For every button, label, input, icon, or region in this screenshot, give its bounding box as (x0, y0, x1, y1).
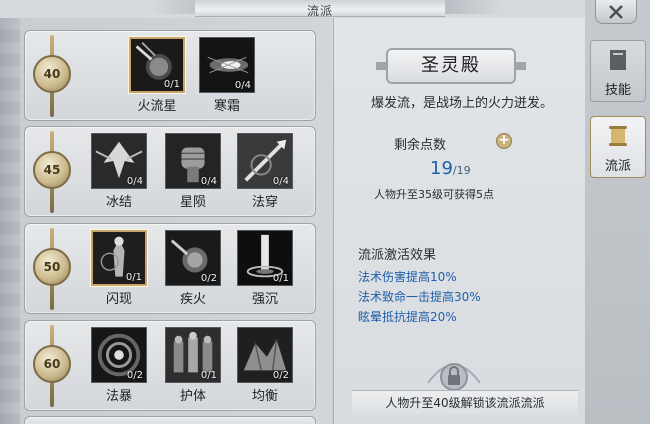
tier-level-badge: 60 (33, 345, 71, 383)
skill-name: 寒霜 (213, 99, 240, 114)
scroll-icon (609, 126, 627, 146)
close-icon (609, 5, 623, 19)
tier-level-badge: 40 (33, 55, 71, 93)
skill-slot-fachuan[interactable]: 0/4 (237, 133, 293, 189)
tab-school[interactable]: 流派 (590, 116, 646, 178)
tier-row: 60 0/2 法暴 0/1 护体 0/2 均衡 (24, 320, 316, 411)
tab-label: 技能 (604, 83, 631, 98)
skill-name: 强沉 (251, 292, 278, 307)
tier-row-partial (24, 416, 316, 424)
lock-icon (427, 363, 481, 391)
points-label: 剩余点数 (394, 138, 447, 153)
tab-skills[interactable]: 技能 (590, 40, 646, 102)
skill-slot-qiangchen[interactable]: 0/1 (237, 230, 293, 286)
title-ornament-right (445, 0, 505, 14)
unlock-hint: 人物升至40级解锁该流派流派 (352, 390, 578, 415)
school-detail-panel: 圣灵殿 爆发流，是战场上的火力迸发。 剩余点数 + 19/19 人物升至35级可… (333, 18, 586, 424)
skill-count: 0/2 (200, 273, 217, 284)
tier-row: 45 0/4 冰结 0/4 星陨 0/4 法穿 (24, 126, 316, 217)
skill-slot-huoliuxing[interactable]: 0/1 (129, 37, 185, 93)
add-points-icon[interactable]: + (496, 133, 512, 149)
skill-name: 法暴 (105, 389, 132, 404)
skill-count: 0/4 (272, 176, 289, 187)
skill-count: 0/2 (272, 370, 289, 381)
skill-name: 护体 (179, 389, 206, 404)
skill-name: 疾火 (179, 292, 206, 307)
effect-line: 眩晕抵抗提高20% (358, 310, 457, 324)
skill-count: 0/1 (125, 272, 142, 283)
points-value: 19/19 (430, 158, 471, 179)
skill-count: 0/2 (126, 370, 143, 381)
skill-name: 均衡 (251, 389, 278, 404)
skill-name: 法穿 (251, 195, 278, 210)
window-title: 流派 (306, 4, 333, 18)
points-hint: 人物升至35级可获得5点 (374, 188, 494, 201)
skill-count: 0/4 (234, 80, 251, 91)
school-name: 圣灵殿 (376, 48, 526, 84)
tier-level-badge: 45 (33, 151, 71, 189)
skill-name: 闪现 (105, 292, 132, 307)
skill-slot-shanxian[interactable]: 0/1 (91, 230, 147, 286)
skill-count: 0/4 (200, 176, 217, 187)
close-button[interactable] (595, 0, 637, 24)
skill-count: 0/4 (126, 176, 143, 187)
tab-label: 流派 (604, 159, 631, 174)
skill-slot-huti[interactable]: 0/1 (165, 327, 221, 383)
skill-tree-panel: 40 0/1 火流星 0/4 寒霜 45 0/4 冰结 0/4 星陨 0/4 法… (0, 18, 332, 424)
effect-line: 法术伤害提高10% (358, 270, 457, 284)
skill-name: 冰结 (105, 195, 132, 210)
skill-count: 0/1 (272, 273, 289, 284)
skill-name: 火流星 (137, 99, 177, 114)
skill-slot-fabao[interactable]: 0/2 (91, 327, 147, 383)
skill-slot-jihuo[interactable]: 0/2 (165, 230, 221, 286)
skill-slot-xingyun[interactable]: 0/4 (165, 133, 221, 189)
skill-count: 0/1 (163, 79, 180, 90)
skill-name: 星陨 (179, 195, 206, 210)
tier-level-badge: 50 (33, 248, 71, 286)
points-total: /19 (452, 164, 471, 177)
points-current: 19 (430, 158, 453, 179)
effects-title: 流派激活效果 (358, 248, 437, 263)
skill-slot-bingjie[interactable]: 0/4 (91, 133, 147, 189)
effect-line: 法术致命一击提高30% (358, 290, 481, 304)
side-ornament (0, 18, 20, 424)
skill-slot-junheng[interactable]: 0/2 (237, 327, 293, 383)
skill-slot-hanshuang[interactable]: 0/4 (199, 37, 255, 93)
tier-row: 40 0/1 火流星 0/4 寒霜 (24, 30, 316, 121)
title-banner: 流派 (195, 0, 445, 18)
skill-count: 0/1 (200, 370, 217, 381)
side-tab-bar: 技能 流派 (585, 0, 650, 424)
book-icon (610, 50, 626, 70)
tier-row: 50 0/1 闪现 0/2 疾火 0/1 强沉 (24, 223, 316, 314)
school-description: 爆发流，是战场上的火力迸发。 (370, 96, 553, 111)
game-window: 流派 40 0/1 火流星 0/4 寒霜 45 0/4 冰结 0/4 星陨 0/… (0, 0, 650, 424)
